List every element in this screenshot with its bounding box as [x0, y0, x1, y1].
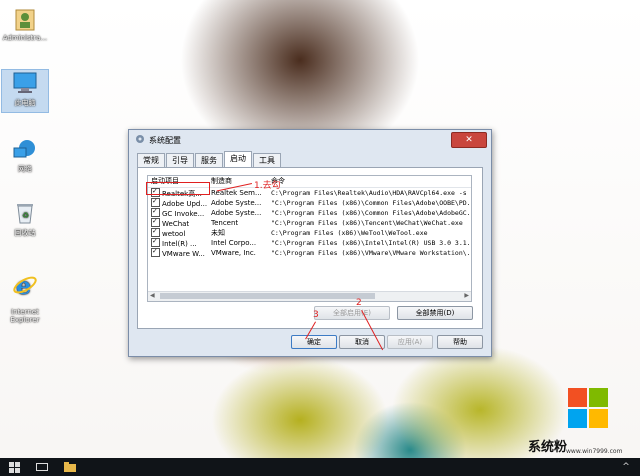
windows-logo-icon [560, 380, 616, 436]
startup-maker-cell: Intel Corpo... [211, 239, 257, 247]
startup-command-cell: "C:\Program Files (x86)\Intel\Intel(R) U… [271, 239, 471, 247]
startup-checkbox[interactable] [151, 218, 160, 227]
tab-general[interactable]: 常规 [137, 153, 165, 168]
help-button[interactable]: 帮助 [437, 335, 483, 349]
task-view-button[interactable] [28, 458, 56, 476]
desktop-icon-label: Internet Explorer [10, 308, 40, 324]
startup-maker-cell: Adobe Syste... [211, 209, 262, 217]
recycle-bin-icon: ♻ [11, 200, 39, 226]
startup-command-cell: C:\Program Files\Realtek\Audio\HDA\RAVCp… [271, 189, 467, 197]
startup-command-cell: C:\Program Files (x86)\WeTool\WeTool.exe [271, 229, 428, 237]
tab-tools[interactable]: 工具 [253, 153, 281, 168]
horizontal-scrollbar[interactable]: ◀ ▶ [148, 291, 471, 301]
startup-row[interactable]: Intel(R) ... Intel Corpo... "C:\Program Fi… [148, 238, 471, 248]
apply-button[interactable]: 应用(A) [387, 335, 433, 349]
disable-all-button[interactable]: 全部禁用(D) [397, 306, 473, 320]
desktop-icon-network[interactable]: 网络 [2, 136, 48, 174]
startup-row[interactable]: GC Invoke... Adobe Syste... "C:\Program Fi… [148, 208, 471, 218]
tab-services[interactable]: 服务 [195, 153, 223, 168]
startup-maker-cell: VMware, Inc. [211, 249, 256, 257]
column-header-command[interactable]: 命令 [271, 176, 471, 187]
watermark-site-name: 系统粉 [528, 440, 568, 455]
startup-checkbox[interactable] [151, 238, 160, 247]
taskbar: ^ [0, 458, 640, 476]
enable-all-button[interactable]: 全部启用(E) [314, 306, 390, 320]
desktop-icon-label: Administra... [2, 34, 48, 42]
windows-start-icon [8, 461, 20, 473]
start-button[interactable] [0, 458, 28, 476]
desktop-icon-label: 此电脑 [14, 99, 36, 107]
startup-command-cell: "C:\Program Files (x86)\Common Files\Ado… [271, 209, 471, 217]
scrollbar-thumb[interactable] [160, 293, 375, 299]
annotation-step3: 3 [313, 310, 319, 320]
startup-maker-cell: 未知 [211, 229, 225, 237]
startup-item-cell: GC Invoke... [148, 208, 211, 218]
network-icon [11, 136, 39, 162]
ok-button[interactable]: 确定 [291, 335, 337, 349]
startup-item-name: GC Invoke... [162, 210, 205, 218]
startup-row[interactable]: Adobe Upd...Adobe Syste... "C:\Program Fi… [148, 198, 471, 208]
scroll-left-icon[interactable]: ◀ [150, 292, 155, 299]
desktop-icon-label: 网络 [18, 165, 32, 173]
startup-item-name: Adobe Upd... [162, 200, 208, 208]
gear-icon [135, 134, 145, 146]
startup-item-name: wetool [162, 230, 186, 238]
scroll-right-icon[interactable]: ▶ [464, 292, 469, 299]
startup-item-name: Intel(R) ... [162, 240, 197, 248]
annotation-step1: 1.去勾 [254, 181, 281, 191]
desktop-icon-this-pc[interactable]: 此电脑 [1, 69, 49, 113]
watermark-url: www.win7999.com [566, 448, 623, 455]
startup-item-cell: Adobe Upd... [148, 198, 211, 208]
startup-item-cell: wetool [148, 228, 211, 238]
user-folder-icon [11, 6, 39, 32]
startup-item-cell: VMware W... [148, 248, 211, 258]
close-button[interactable]: ✕ [451, 132, 487, 148]
desktop-icon-recycle-bin[interactable]: ♻ 回收站 [2, 200, 48, 238]
startup-item-cell: Intel(R) ... [148, 238, 211, 248]
task-view-icon [36, 463, 48, 471]
desktop-icon-label: 回收站 [14, 229, 36, 237]
desktop-icon-user[interactable]: Administra... [2, 6, 48, 42]
startup-row[interactable]: VMware W... VMware, Inc. "C:\Program Files… [148, 248, 471, 258]
tray-chevron-icon[interactable]: ^ [612, 458, 640, 476]
tab-startup[interactable]: 启动 [224, 151, 252, 168]
system-config-dialog: 系统配置 ✕ 常规 引导 服务 启动 工具 启动项目 制造商 命令 Realte… [128, 129, 492, 357]
svg-text:♻: ♻ [22, 211, 29, 220]
computer-icon [11, 70, 39, 96]
startup-command-cell: "C:\Program Files (x86)\Common Files\Ado… [271, 199, 471, 207]
startup-checkbox[interactable] [151, 208, 160, 217]
svg-text:e: e [16, 272, 31, 298]
startup-item-cell: WeChat [148, 218, 211, 228]
startup-checkbox[interactable] [151, 198, 160, 207]
startup-checkbox[interactable] [151, 228, 160, 237]
annotation-highlight-box [146, 182, 210, 195]
file-explorer-icon [64, 462, 76, 472]
dialog-titlebar[interactable]: 系统配置 [129, 130, 491, 150]
startup-maker-cell: Adobe Syste... [211, 199, 262, 207]
tab-boot[interactable]: 引导 [166, 153, 194, 168]
taskbar-folder-button[interactable] [56, 458, 84, 476]
startup-row[interactable]: wetool 未知 C:\Program Files (x86)\WeTool\We… [148, 228, 471, 238]
startup-maker-cell: Tencent [211, 219, 239, 227]
annotation-step2: 2 [356, 298, 362, 308]
desktop-icon-internet-explorer[interactable]: e Internet Explorer [2, 264, 48, 324]
startup-item-name: WeChat [162, 220, 190, 228]
startup-checkbox[interactable] [151, 248, 160, 257]
startup-item-name: VMware W... [162, 250, 205, 258]
dialog-title: 系统配置 [149, 135, 181, 145]
startup-row[interactable]: WeChat Tencent "C:\Program Files (x86)\Ten… [148, 218, 471, 228]
startup-command-cell: "C:\Program Files (x86)\VMware\VMware Wo… [271, 249, 471, 257]
startup-command-cell: "C:\Program Files (x86)\Tencent\WeChat\W… [271, 219, 463, 227]
internet-explorer-icon: e [11, 272, 39, 298]
